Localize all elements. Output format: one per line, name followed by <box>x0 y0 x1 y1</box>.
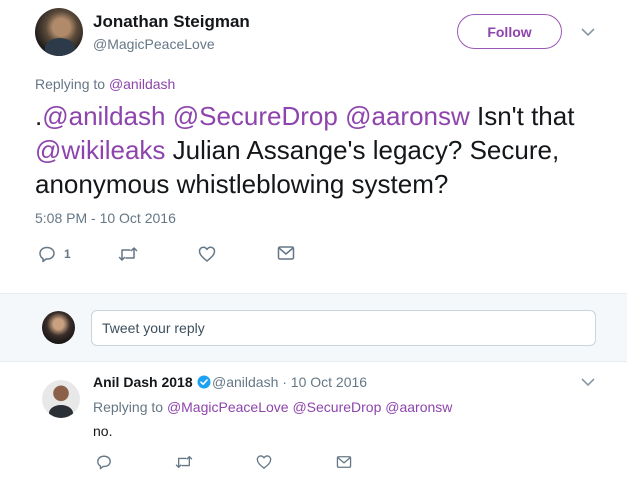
reply-composer <box>0 293 627 362</box>
timestamp[interactable]: 5:08 PM - 10 Oct 2016 <box>35 210 176 226</box>
reply-input[interactable] <box>91 310 596 346</box>
like-action[interactable] <box>198 245 216 263</box>
author-name[interactable]: Jonathan Steigman <box>93 12 250 32</box>
replying-to-label: Replying to <box>93 399 167 415</box>
tweet-text: .@anildash @SecureDrop @aaronsw Isn't th… <box>35 99 615 201</box>
reply-tweet[interactable]: Anil Dash 2018 @anildash · 10 Oct 2016 R… <box>0 362 627 482</box>
chevron-down-icon[interactable] <box>578 372 598 392</box>
mention-link[interactable]: @MagicPeaceLove <box>167 399 289 415</box>
replying-to-label: Replying to <box>35 76 109 92</box>
message-icon[interactable] <box>277 245 295 261</box>
follow-button[interactable]: Follow <box>457 14 562 49</box>
mention-link[interactable]: @SecureDrop <box>292 399 381 415</box>
mention-link[interactable]: @SecureDrop <box>173 101 338 131</box>
message-action[interactable] <box>336 455 352 469</box>
avatar[interactable] <box>42 380 80 418</box>
avatar[interactable] <box>35 8 83 56</box>
reply-icon[interactable] <box>38 245 56 263</box>
like-icon[interactable] <box>256 454 272 470</box>
message-action[interactable] <box>277 245 295 261</box>
main-tweet: Jonathan Steigman @MagicPeaceLove Follow… <box>0 0 627 293</box>
mention-link[interactable]: @aaronsw <box>385 399 452 415</box>
author-handle[interactable]: @MagicPeaceLove <box>93 36 215 52</box>
retweet-icon[interactable] <box>175 454 193 470</box>
message-icon[interactable] <box>336 455 352 469</box>
mention-link[interactable]: @anildash <box>109 76 175 92</box>
like-icon[interactable] <box>198 245 216 263</box>
mention-link[interactable]: @aaronsw <box>345 101 470 131</box>
retweet-action[interactable] <box>118 245 138 263</box>
mention-link[interactable]: @wikileaks <box>35 135 165 165</box>
tweet-text-part: Isn't that <box>469 101 575 131</box>
reply-icon[interactable] <box>96 454 112 470</box>
reply-count: 1 <box>64 247 71 261</box>
like-action[interactable] <box>256 454 272 470</box>
reply-author-name[interactable]: Anil Dash 2018 <box>93 374 193 390</box>
reply-author[interactable]: Anil Dash 2018 <box>93 374 211 390</box>
retweet-action[interactable] <box>175 454 193 470</box>
mention-link[interactable]: @anildash <box>42 101 165 131</box>
reply-meta[interactable]: @anildash · 10 Oct 2016 <box>212 374 367 390</box>
replying-to: Replying to @MagicPeaceLove @SecureDrop … <box>93 399 452 415</box>
reply-action[interactable] <box>96 454 112 470</box>
avatar <box>42 311 75 344</box>
chevron-down-icon[interactable] <box>578 22 598 42</box>
reply-action[interactable]: 1 <box>38 245 71 263</box>
verified-badge-icon <box>197 375 211 389</box>
retweet-icon[interactable] <box>118 245 138 263</box>
reply-text: no. <box>93 423 113 439</box>
replying-to: Replying to @anildash <box>35 76 175 92</box>
